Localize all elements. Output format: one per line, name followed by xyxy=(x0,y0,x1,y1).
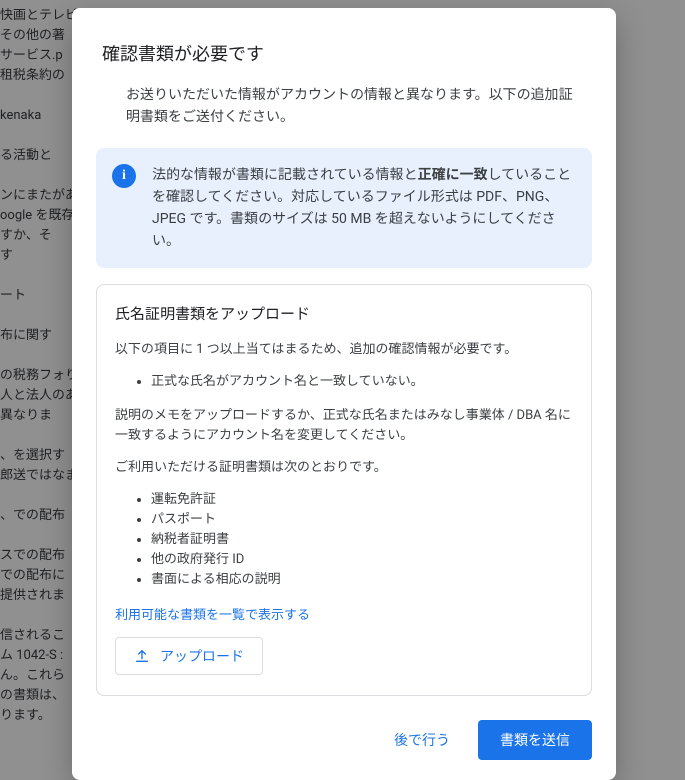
card-docs-intro: ご利用いただける証明書類は次のとおりです。 xyxy=(115,458,573,478)
info-icon: i xyxy=(112,164,136,188)
card-instruction: 説明のメモをアップロードするか、正式な氏名またはみなし事業体 / DBA 名に一… xyxy=(115,406,573,446)
upload-button-label: アップロード xyxy=(160,646,244,666)
verification-dialog: 確認書類が必要です お送りいただいた情報がアカウントの情報と異なります。以下の追… xyxy=(72,8,616,780)
list-item: 納税者証明書 xyxy=(151,530,573,550)
list-item: パスポート xyxy=(151,510,573,530)
card-title: 氏名証明書類をアップロード xyxy=(115,303,573,324)
submit-button[interactable]: 書類を送信 xyxy=(478,720,592,760)
dialog-description: お送りいただいた情報がアカウントの情報と異なります。以下の追加証明書類をご送付く… xyxy=(126,84,586,128)
upload-button[interactable]: アップロード xyxy=(115,637,263,675)
list-item: 書面による相応の説明 xyxy=(151,570,573,590)
dialog-title: 確認書類が必要です xyxy=(102,40,592,66)
dialog-footer: 後で行う 書類を送信 xyxy=(96,720,592,760)
card-reason-intro: 以下の項目に 1 つ以上当てはまるため、追加の確認情報が必要です。 xyxy=(115,340,573,360)
docs-list: 運転免許証パスポート納税者証明書他の政府発行 ID書面による相応の説明 xyxy=(115,490,573,590)
info-text: 法的な情報が書類に記載されている情報と正確に一致していることを確認してください。… xyxy=(152,164,576,252)
show-all-docs-link[interactable]: 利用可能な書類を一覧で表示する xyxy=(115,604,310,623)
list-item: 正式な氏名がアカウント名と一致していない。 xyxy=(151,372,573,392)
upload-card: 氏名証明書類をアップロード 以下の項目に 1 つ以上当てはまるため、追加の確認情… xyxy=(96,284,592,696)
list-item: 他の政府発行 ID xyxy=(151,550,573,570)
later-button[interactable]: 後で行う xyxy=(376,720,468,760)
list-item: 運転免許証 xyxy=(151,490,573,510)
upload-icon xyxy=(134,648,150,664)
reason-list: 正式な氏名がアカウント名と一致していない。 xyxy=(115,372,573,392)
info-box: i 法的な情報が書類に記載されている情報と正確に一致していることを確認してくださ… xyxy=(96,148,592,268)
